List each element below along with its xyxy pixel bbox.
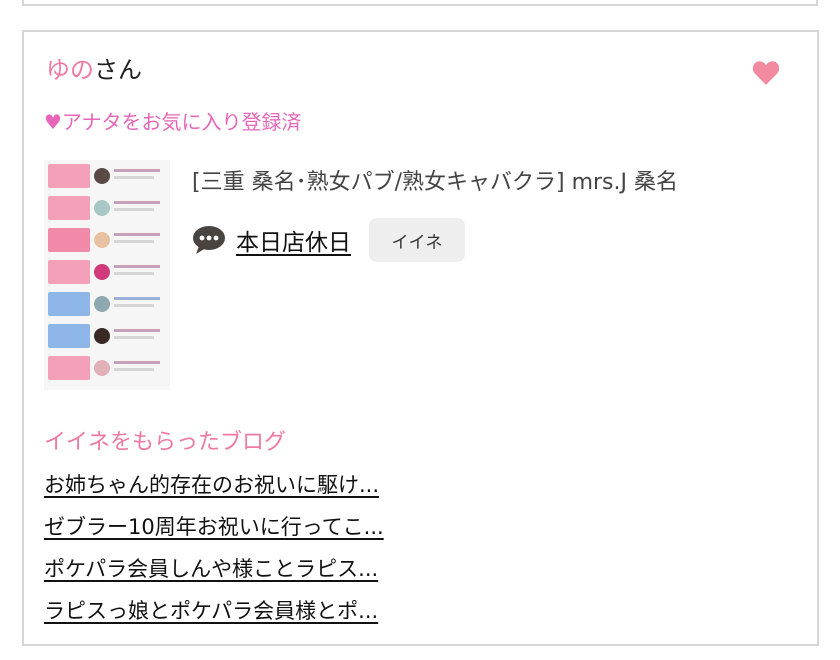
list-item: お姉ちゃん的存在のお祝いに駆け... xyxy=(44,464,384,506)
previous-card xyxy=(22,0,818,6)
blog-link[interactable]: ゼブラー10周年お祝いに行ってこ... xyxy=(44,515,384,539)
shop-thumbnail[interactable] xyxy=(44,160,170,390)
user-name-value: ゆの xyxy=(46,56,94,84)
liked-blogs-list: お姉ちゃん的存在のお祝いに駆け... ゼブラー10周年お祝いに行ってこ... ポ… xyxy=(44,464,384,632)
blog-link[interactable]: お姉ちゃん的存在のお祝いに駆け... xyxy=(44,473,379,497)
status-link[interactable]: 本日店休日 xyxy=(236,223,351,257)
blog-link[interactable]: ポケパラ会員しんや様ことラピス... xyxy=(44,557,378,581)
like-button[interactable]: イイネ xyxy=(369,218,465,262)
user-name: ゆのさん xyxy=(46,54,142,86)
list-item: ラピスっ娘とポケパラ会員様とポ... xyxy=(44,590,384,632)
favorite-user-card: ゆのさん ♥アナタをお気に入り登録済 [三重 桑名･熟女パブ/熟女キャバクラ] … xyxy=(22,30,819,646)
status-row: 本日店休日 イイネ xyxy=(192,218,465,262)
heart-icon[interactable] xyxy=(751,58,781,88)
list-item: ポケパラ会員しんや様ことラピス... xyxy=(44,548,384,590)
user-name-suffix: さん xyxy=(94,56,142,84)
chat-bubble-icon xyxy=(193,226,225,254)
liked-blogs-heading: イイネをもらったブログ xyxy=(44,430,287,455)
list-item: ゼブラー10周年お祝いに行ってこ... xyxy=(44,506,384,548)
blog-link[interactable]: ラピスっ娘とポケパラ会員様とポ... xyxy=(44,599,378,623)
favorite-status: ♥アナタをお気に入り登録済 xyxy=(44,110,302,134)
shop-title[interactable]: [三重 桑名･熟女パブ/熟女キャバクラ] mrs.J 桑名 xyxy=(192,164,678,196)
